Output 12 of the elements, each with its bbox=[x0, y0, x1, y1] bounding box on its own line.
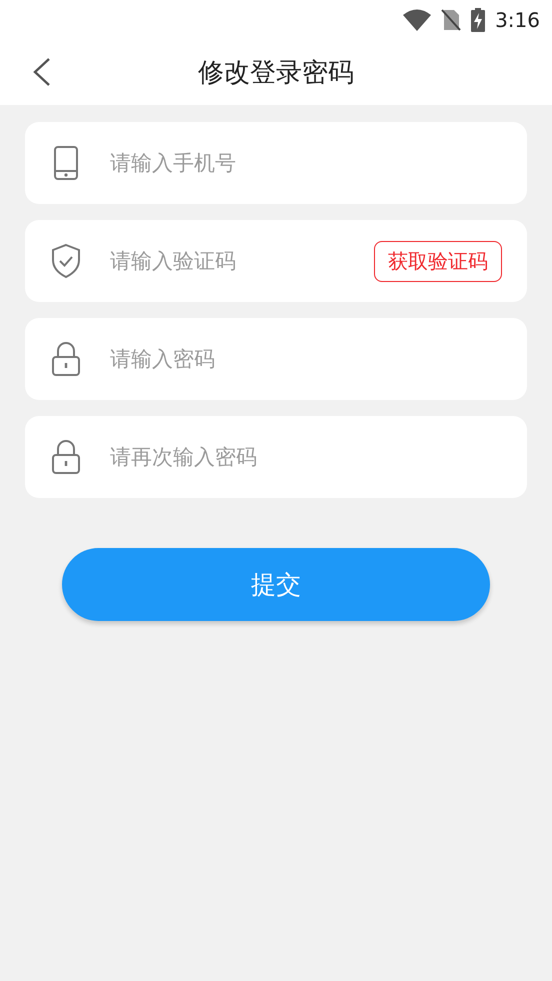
page-title: 修改登录密码 bbox=[198, 57, 354, 90]
submit-button[interactable]: 提交 bbox=[62, 548, 490, 621]
lock-icon bbox=[51, 439, 81, 475]
phone-icon bbox=[53, 145, 79, 181]
no-sim-icon bbox=[441, 8, 462, 32]
lock-icon bbox=[51, 341, 81, 377]
input-field[interactable]: 请输入验证码 bbox=[108, 248, 374, 274]
battery-charging-icon bbox=[471, 8, 486, 32]
shield-icon bbox=[50, 243, 82, 279]
get-code-button[interactable]: 获取验证码 bbox=[374, 240, 502, 282]
status-time: 3:16 bbox=[495, 8, 540, 32]
wifi-icon bbox=[403, 9, 432, 31]
